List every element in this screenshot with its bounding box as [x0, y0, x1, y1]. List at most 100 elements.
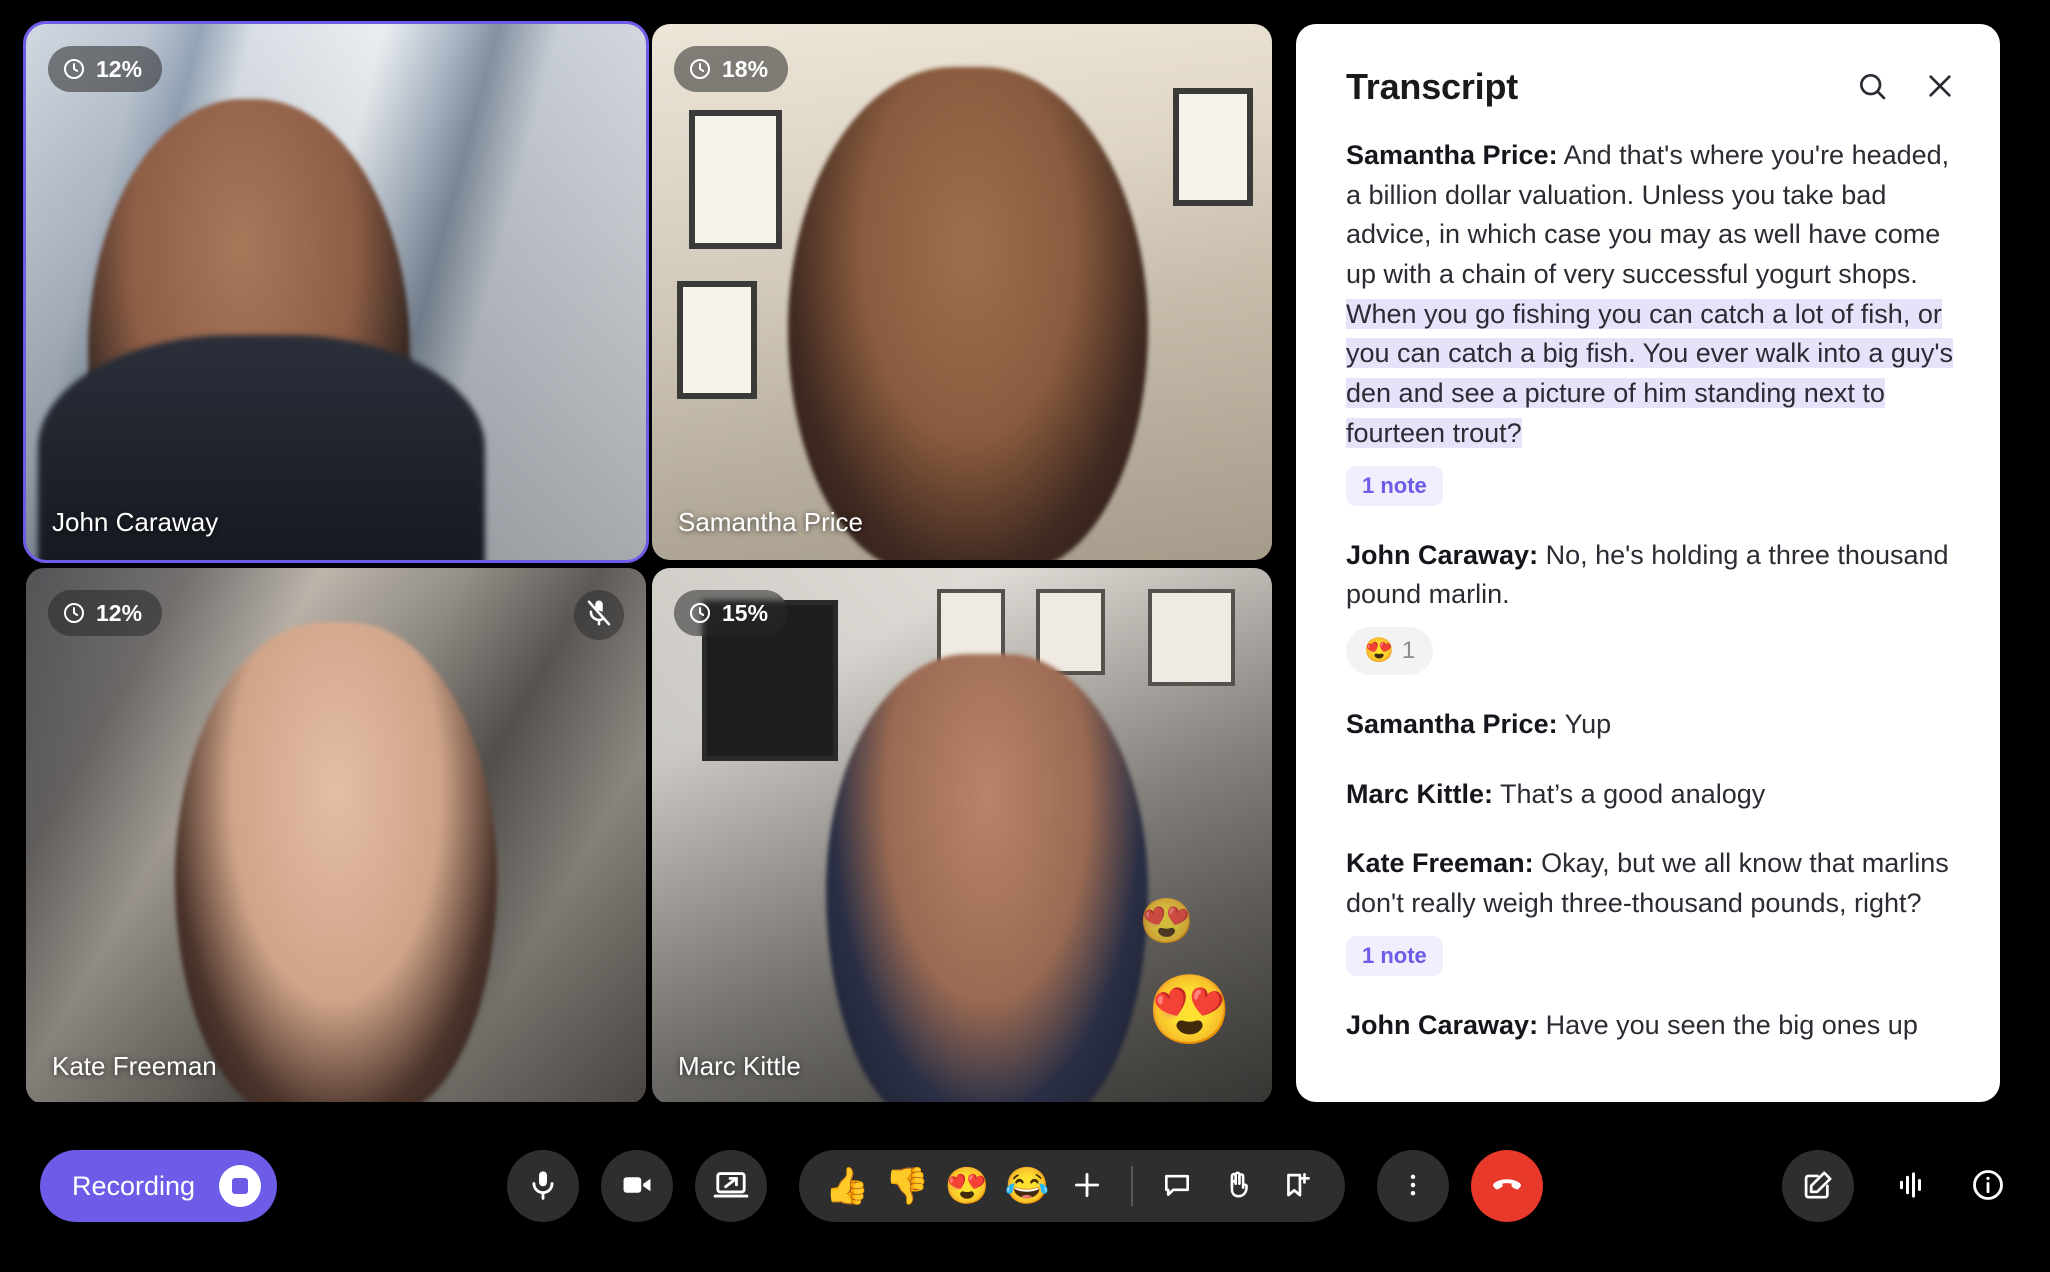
transcript-panel: Transcript Samantha Price: And that's wh… — [1296, 24, 2000, 1102]
right-controls — [1782, 1150, 2006, 1222]
transcript-header: Transcript — [1296, 24, 2000, 126]
transcript-speaker: Samantha Price: — [1346, 140, 1558, 170]
video-tile-john-caraway[interactable]: 12% John Caraway — [23, 21, 649, 563]
entry-chips: 1 note — [1346, 935, 1956, 976]
transcript-entry[interactable]: Samantha Price: And that's where you're … — [1346, 136, 1956, 506]
clock-icon — [62, 601, 86, 625]
talk-time-value: 15% — [722, 599, 769, 626]
stop-record-icon — [219, 1165, 262, 1207]
search-transcript-button[interactable] — [1856, 70, 1888, 105]
entry-chips: 😍 1 — [1346, 626, 1956, 675]
talk-time-value: 12% — [96, 55, 143, 82]
close-icon — [1924, 70, 1956, 105]
video-tile-samantha-price[interactable]: 18% Samantha Price — [652, 24, 1272, 560]
end-call-icon — [1489, 1167, 1525, 1206]
microphone-icon — [526, 1168, 560, 1205]
wall-art — [676, 281, 758, 400]
notes-button[interactable] — [1782, 1150, 1854, 1222]
toolbar-divider — [1131, 1166, 1133, 1206]
talk-time-badge: 12% — [48, 590, 163, 636]
transcript-speaker: John Caraway: — [1346, 1009, 1539, 1040]
clock-icon — [688, 57, 712, 81]
transcript-header-actions — [1856, 70, 1956, 105]
talk-time-value: 12% — [96, 599, 143, 626]
transcript-button[interactable] — [1894, 1167, 1930, 1206]
transcript-text: Yup — [1557, 708, 1612, 739]
center-controls: 👍 👎 😍 😂 — [507, 1150, 1543, 1222]
video-tile-marc-kittle[interactable]: 15% 😍 😍 Marc Kittle — [652, 568, 1272, 1104]
heart-eyes-reaction[interactable]: 😍 — [937, 1150, 997, 1222]
close-panel-button[interactable] — [1924, 70, 1956, 105]
reactions-bar: 👍 👎 😍 😂 — [799, 1150, 1345, 1222]
floating-reaction-emoji: 😍 — [1139, 897, 1194, 946]
participant-name: Marc Kittle — [678, 1051, 801, 1081]
info-button[interactable] — [1970, 1167, 2006, 1206]
search-icon — [1856, 70, 1888, 105]
video-tile-kate-freeman[interactable]: 12% Kate Freeman — [26, 568, 646, 1104]
video-camera-icon — [620, 1168, 654, 1205]
wall-art — [1036, 589, 1105, 676]
transcript-entry[interactable]: Samantha Price: Yup — [1346, 705, 1956, 745]
transcript-entry[interactable]: John Caraway: Have you seen the big ones… — [1346, 1006, 1956, 1046]
muted-indicator — [574, 590, 624, 640]
transcript-highlighted-text: When you go fishing you can catch a lot … — [1346, 298, 1954, 448]
more-options-button[interactable] — [1377, 1150, 1449, 1222]
bookmark-add-icon — [1281, 1169, 1313, 1204]
note-badge[interactable]: 1 note — [1346, 935, 1443, 976]
reaction-count: 1 — [1401, 636, 1416, 664]
meeting-toolbar: Recording 👍 👎 😍 😂 — [0, 1102, 2050, 1272]
talk-time-badge: 12% — [48, 46, 163, 92]
compose-note-icon — [1801, 1168, 1835, 1205]
wall-art — [689, 109, 783, 250]
bookmark-button[interactable] — [1267, 1150, 1327, 1222]
transcript-entry[interactable]: John Caraway: No, he's holding a three t… — [1346, 536, 1956, 675]
talk-time-badge: 15% — [674, 590, 789, 636]
recording-label: Recording — [72, 1170, 196, 1201]
participant-name: John Caraway — [52, 507, 219, 537]
thumbs-down-reaction[interactable]: 👎 — [877, 1150, 937, 1222]
transcript-text: That’s a good analogy — [1493, 778, 1766, 809]
microphone-muted-icon — [584, 598, 614, 633]
wall-art — [937, 589, 1006, 676]
transcript-speaker: John Caraway: — [1346, 539, 1539, 570]
video-stream — [26, 568, 646, 1104]
thumbs-up-reaction[interactable]: 👍 — [817, 1150, 877, 1222]
transcript-text: Have you seen the big ones up — [1538, 1009, 1918, 1040]
wall-art — [1172, 88, 1254, 207]
entry-chips: 1 note — [1346, 465, 1956, 506]
clock-icon — [688, 601, 712, 625]
reaction-chip[interactable]: 😍 1 — [1346, 626, 1434, 675]
transcript-list[interactable]: Samantha Price: And that's where you're … — [1296, 126, 2000, 1102]
plus-icon — [1070, 1168, 1104, 1205]
waveform-icon — [1894, 1167, 1930, 1206]
transcript-speaker: Kate Freeman: — [1346, 848, 1534, 879]
info-circle-icon — [1970, 1167, 2006, 1206]
camera-button[interactable] — [601, 1150, 673, 1222]
wall-art — [1148, 589, 1235, 686]
transcript-speaker: Marc Kittle: — [1346, 778, 1494, 809]
participant-name: Samantha Price — [678, 507, 863, 537]
recording-button[interactable]: Recording — [40, 1150, 278, 1222]
transcript-entry[interactable]: Marc Kittle: That’s a good analogy — [1346, 775, 1956, 815]
chat-bubble-icon — [1161, 1169, 1193, 1204]
more-reactions-button[interactable] — [1057, 1150, 1117, 1222]
floating-reaction-emoji: 😍 — [1147, 972, 1232, 1048]
talk-time-badge: 18% — [674, 46, 789, 92]
screen-share-icon — [713, 1167, 749, 1206]
note-badge[interactable]: 1 note — [1346, 465, 1443, 506]
transcript-speaker: Samantha Price: — [1346, 708, 1558, 739]
video-stream — [26, 24, 646, 560]
transcript-entry[interactable]: Kate Freeman: Okay, but we all know that… — [1346, 844, 1956, 976]
clock-icon — [62, 57, 86, 81]
end-call-button[interactable] — [1471, 1150, 1543, 1222]
video-stream — [652, 24, 1272, 560]
raise-hand-button[interactable] — [1207, 1150, 1267, 1222]
chat-button[interactable] — [1147, 1150, 1207, 1222]
talk-time-value: 18% — [722, 55, 769, 82]
raised-hand-icon — [1221, 1169, 1253, 1204]
share-screen-button[interactable] — [695, 1150, 767, 1222]
more-vertical-icon — [1399, 1171, 1427, 1202]
microphone-button[interactable] — [507, 1150, 579, 1222]
panel-title: Transcript — [1346, 66, 1519, 107]
laughing-reaction[interactable]: 😂 — [997, 1150, 1057, 1222]
